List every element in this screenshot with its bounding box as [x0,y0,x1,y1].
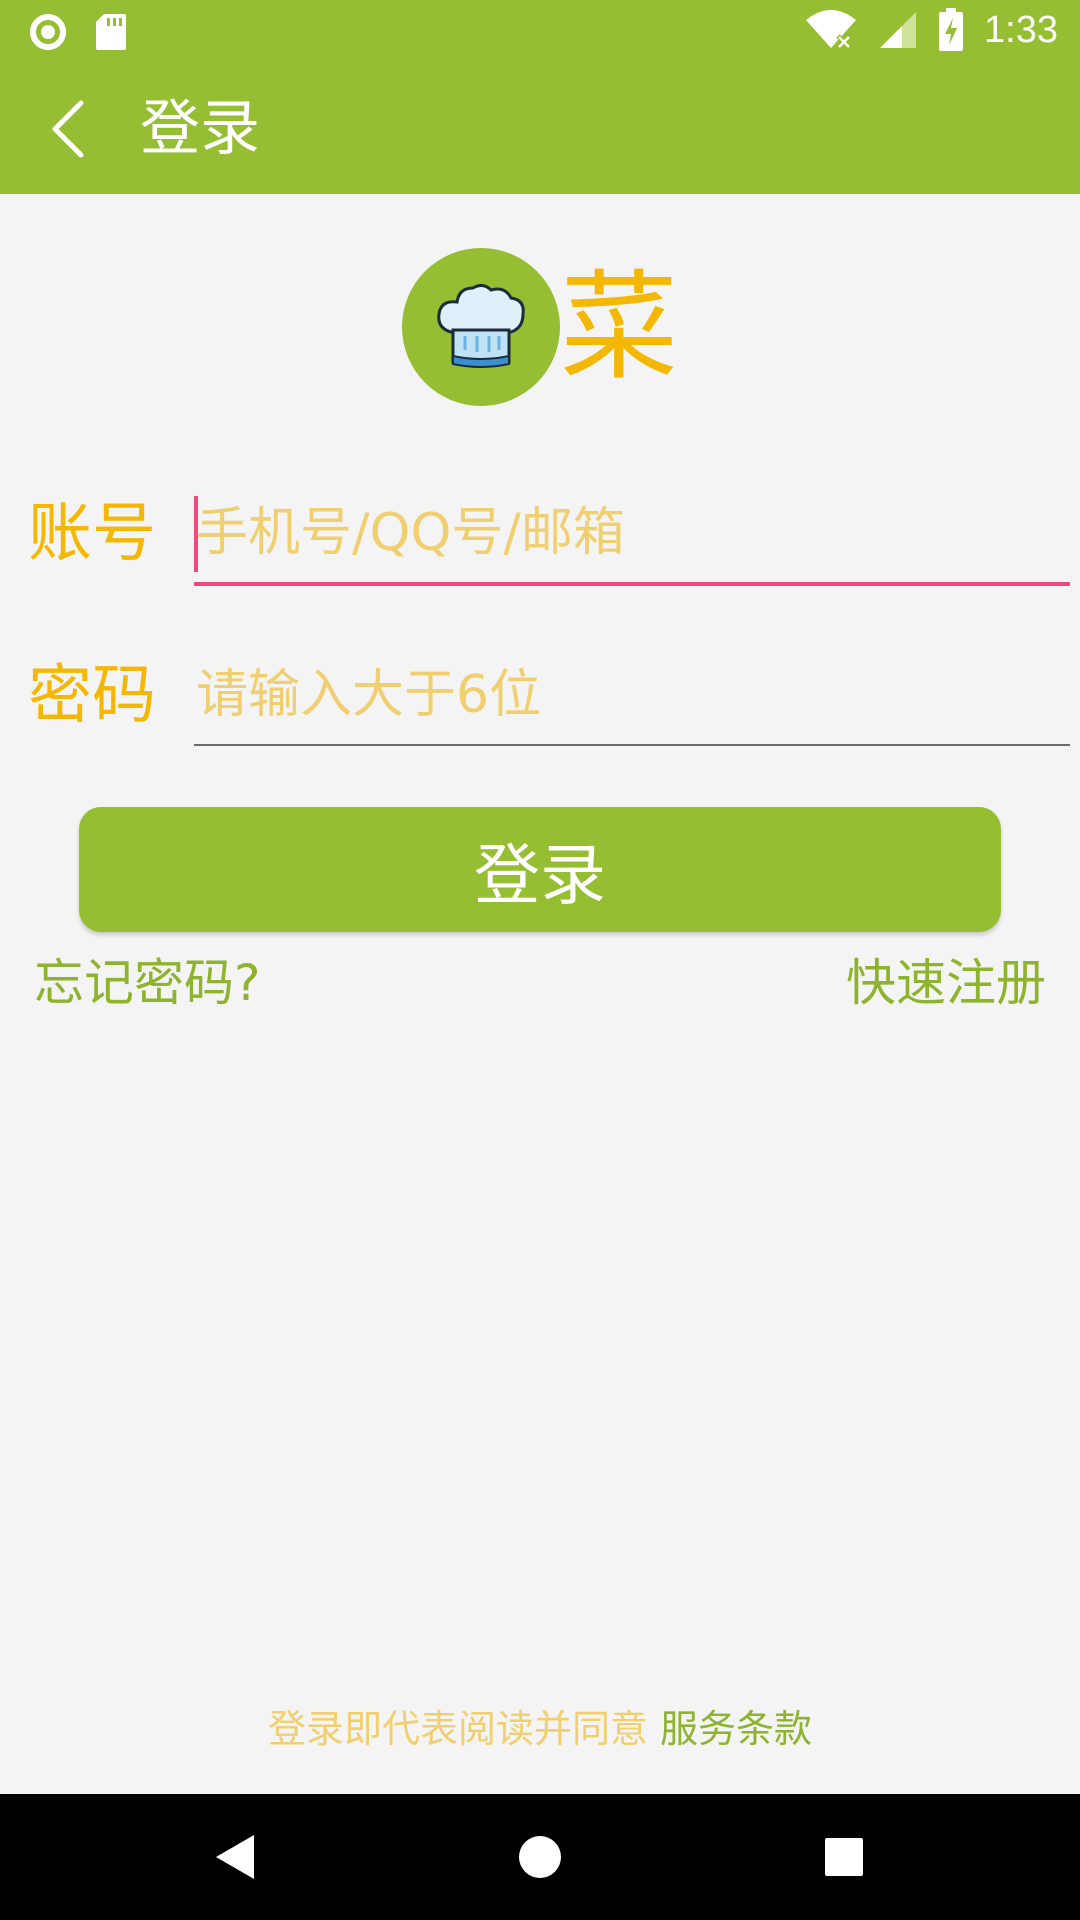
nav-back-icon [216,1835,254,1879]
status-time: 1:33 [984,8,1058,51]
chef-hat-icon [437,283,525,368]
status-bar: 1:33 [0,0,1080,64]
app-logo: 菜 [402,248,702,408]
password-input[interactable] [194,652,1070,738]
account-label: 账号 [28,497,156,571]
battery-charging-icon [939,8,964,51]
notification-circle-icon [30,14,66,50]
status-right-icons: 1:33 [804,8,1058,52]
app-bar: 登录 [0,64,1080,194]
terms-notice: 登录即代表阅读并同意 服务条款 [0,1704,1080,1754]
page-title: 登录 [140,94,260,164]
account-input[interactable] [194,490,1070,576]
password-underline [194,744,1070,746]
password-row: 密码 [0,652,1080,762]
signal-icon [880,12,917,48]
wifi-icon [806,10,857,50]
terms-link[interactable]: 服务条款 [660,1707,812,1751]
nav-home-icon [519,1836,561,1878]
account-underline [194,582,1070,586]
system-nav-bar [0,1794,1080,1920]
nav-recents-button[interactable] [809,1822,879,1892]
text-cursor [194,496,198,572]
nav-recents-icon [825,1838,863,1876]
nav-home-button[interactable] [505,1822,575,1892]
quick-register-link[interactable]: 快速注册 [846,948,1046,1018]
account-row: 账号 [0,490,1080,600]
forgot-password-link[interactable]: 忘记密码? [34,948,261,1018]
back-arrow-icon [52,100,84,158]
back-button[interactable] [22,84,112,174]
status-left-icons [28,12,128,52]
terms-prefix: 登录即代表阅读并同意 [267,1707,661,1751]
login-button[interactable]: 登录 [79,807,1001,932]
password-label: 密码 [28,659,156,733]
sd-card-icon [96,14,126,50]
logo-circle [402,248,560,406]
nav-back-button[interactable] [200,1822,270,1892]
logo-text: 菜 [560,258,679,396]
